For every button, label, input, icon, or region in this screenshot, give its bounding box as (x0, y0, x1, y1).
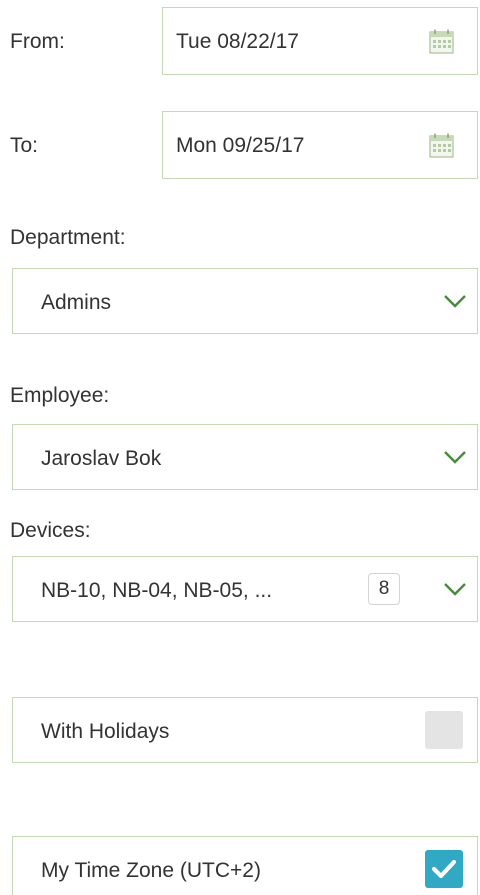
from-date-value: Tue 08/22/17 (176, 30, 299, 53)
chevron-down-icon[interactable] (443, 449, 467, 465)
to-label: To: (10, 134, 39, 157)
devices-value: NB-10, NB-04, NB-05, ... (41, 579, 273, 602)
devices-label: Devices: (10, 519, 91, 542)
from-date-field[interactable]: Tue 08/22/17 (162, 7, 478, 75)
employee-select[interactable]: Jaroslav Bok (12, 424, 478, 490)
department-label: Department: (10, 226, 126, 249)
chevron-down-icon[interactable] (443, 293, 467, 309)
chevron-down-icon[interactable] (443, 581, 467, 597)
department-select[interactable]: Admins (12, 268, 478, 334)
my-time-zone-row[interactable]: My Time Zone (UTC+2) (12, 836, 478, 895)
checkmark-icon (431, 859, 457, 879)
employee-label: Employee: (10, 384, 110, 407)
my-time-zone-checkbox[interactable] (425, 850, 463, 888)
with-holidays-row[interactable]: With Holidays (12, 697, 478, 763)
with-holidays-checkbox[interactable] (425, 711, 463, 749)
to-date-field[interactable]: Mon 09/25/17 (162, 111, 478, 179)
to-date-value: Mon 09/25/17 (176, 134, 305, 157)
calendar-icon[interactable] (429, 133, 454, 158)
my-time-zone-label: My Time Zone (UTC+2) (41, 859, 261, 882)
devices-select[interactable]: NB-10, NB-04, NB-05, ... 8 (12, 556, 478, 622)
employee-value: Jaroslav Bok (41, 447, 162, 470)
department-value: Admins (41, 291, 112, 314)
from-label: From: (10, 30, 65, 53)
with-holidays-label: With Holidays (41, 720, 170, 743)
calendar-icon[interactable] (429, 29, 454, 54)
devices-count-badge: 8 (368, 573, 400, 605)
